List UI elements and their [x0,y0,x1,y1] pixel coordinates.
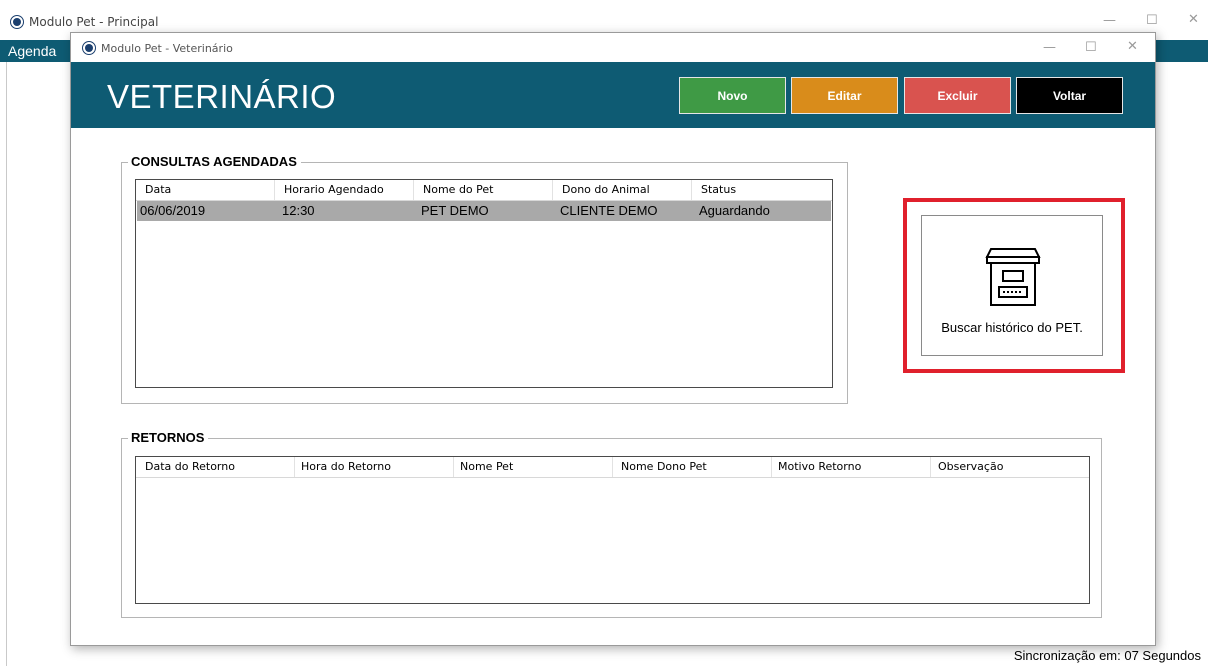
veterinario-window: Modulo Pet - Veterinário — ☐ ✕ VETERINÁR… [70,32,1156,646]
consultas-listview[interactable]: Data Horario Agendado Nome do Pet Dono d… [135,179,833,388]
child-window-title: Modulo Pet - Veterinário [101,42,233,55]
cell-horario: 12:30 [282,203,315,218]
column-header-nome-pet[interactable]: Nome Pet [454,457,613,477]
page-header: VETERINÁRIO Novo Editar Excluir Voltar [71,62,1155,128]
main-maximize-button[interactable]: ☐ [1146,14,1158,28]
retornos-listview[interactable]: Data do Retorno Hora do Retorno Nome Pet… [135,456,1090,604]
column-header-nome-pet[interactable]: Nome do Pet [414,180,553,200]
sync-status-label: Sincronização em: 07 Segundos [1013,648,1201,663]
main-close-button[interactable]: ✕ [1188,13,1199,27]
consultas-groupbox: CONSULTAS AGENDADAS Data Horario Agendad… [121,154,848,404]
column-header-hora-retorno[interactable]: Hora do Retorno [295,457,454,477]
archive-box-icon [985,248,1041,306]
paw-logo-icon [10,15,24,29]
delete-button[interactable]: Excluir [904,77,1011,114]
back-button[interactable]: Voltar [1016,77,1123,114]
column-header-data[interactable]: Data [136,180,275,200]
cell-status: Aguardando [699,203,770,218]
paw-logo-icon [82,41,96,55]
cell-dono: CLIENTE DEMO [560,203,658,218]
column-header-observacao[interactable]: Observação [931,457,1089,477]
retornos-groupbox: RETORNOS Data do Retorno Hora do Retorno… [121,430,1102,618]
search-pet-history-button[interactable]: Buscar histórico do PET. [921,215,1103,356]
column-header-data-retorno[interactable]: Data do Retorno [136,457,295,477]
child-minimize-button[interactable]: — [1043,41,1056,55]
cell-data: 06/06/2019 [140,203,206,218]
table-row[interactable]: 06/06/2019 12:30 PET DEMO CLIENTE DEMO A… [137,201,831,221]
retornos-list-header: Data do Retorno Hora do Retorno Nome Pet… [136,457,1089,478]
main-window-title: Modulo Pet - Principal [29,15,159,29]
cell-nome-pet: PET DEMO [421,203,489,218]
consultas-list-header: Data Horario Agendado Nome do Pet Dono d… [136,180,832,201]
column-header-nome-dono[interactable]: Nome Dono Pet [613,457,772,477]
column-header-status[interactable]: Status [692,180,832,200]
left-divider [6,62,7,666]
column-header-motivo[interactable]: Motivo Retorno [772,457,931,477]
column-header-dono[interactable]: Dono do Animal [553,180,692,200]
retornos-group-label: RETORNOS [128,430,209,446]
child-window-titlebar: Modulo Pet - Veterinário — ☐ ✕ [71,33,1155,62]
new-button[interactable]: Novo [679,77,786,114]
column-header-horario[interactable]: Horario Agendado [275,180,414,200]
child-close-button[interactable]: ✕ [1127,40,1138,54]
consultas-group-label: CONSULTAS AGENDADAS [128,154,301,170]
main-minimize-button[interactable]: — [1103,14,1116,28]
menu-item-agenda[interactable]: Agenda [8,43,56,59]
edit-button[interactable]: Editar [791,77,898,114]
child-maximize-button[interactable]: ☐ [1085,41,1097,55]
history-button-label: Buscar histórico do PET. [941,320,1083,335]
page-title: VETERINÁRIO [107,78,337,115]
